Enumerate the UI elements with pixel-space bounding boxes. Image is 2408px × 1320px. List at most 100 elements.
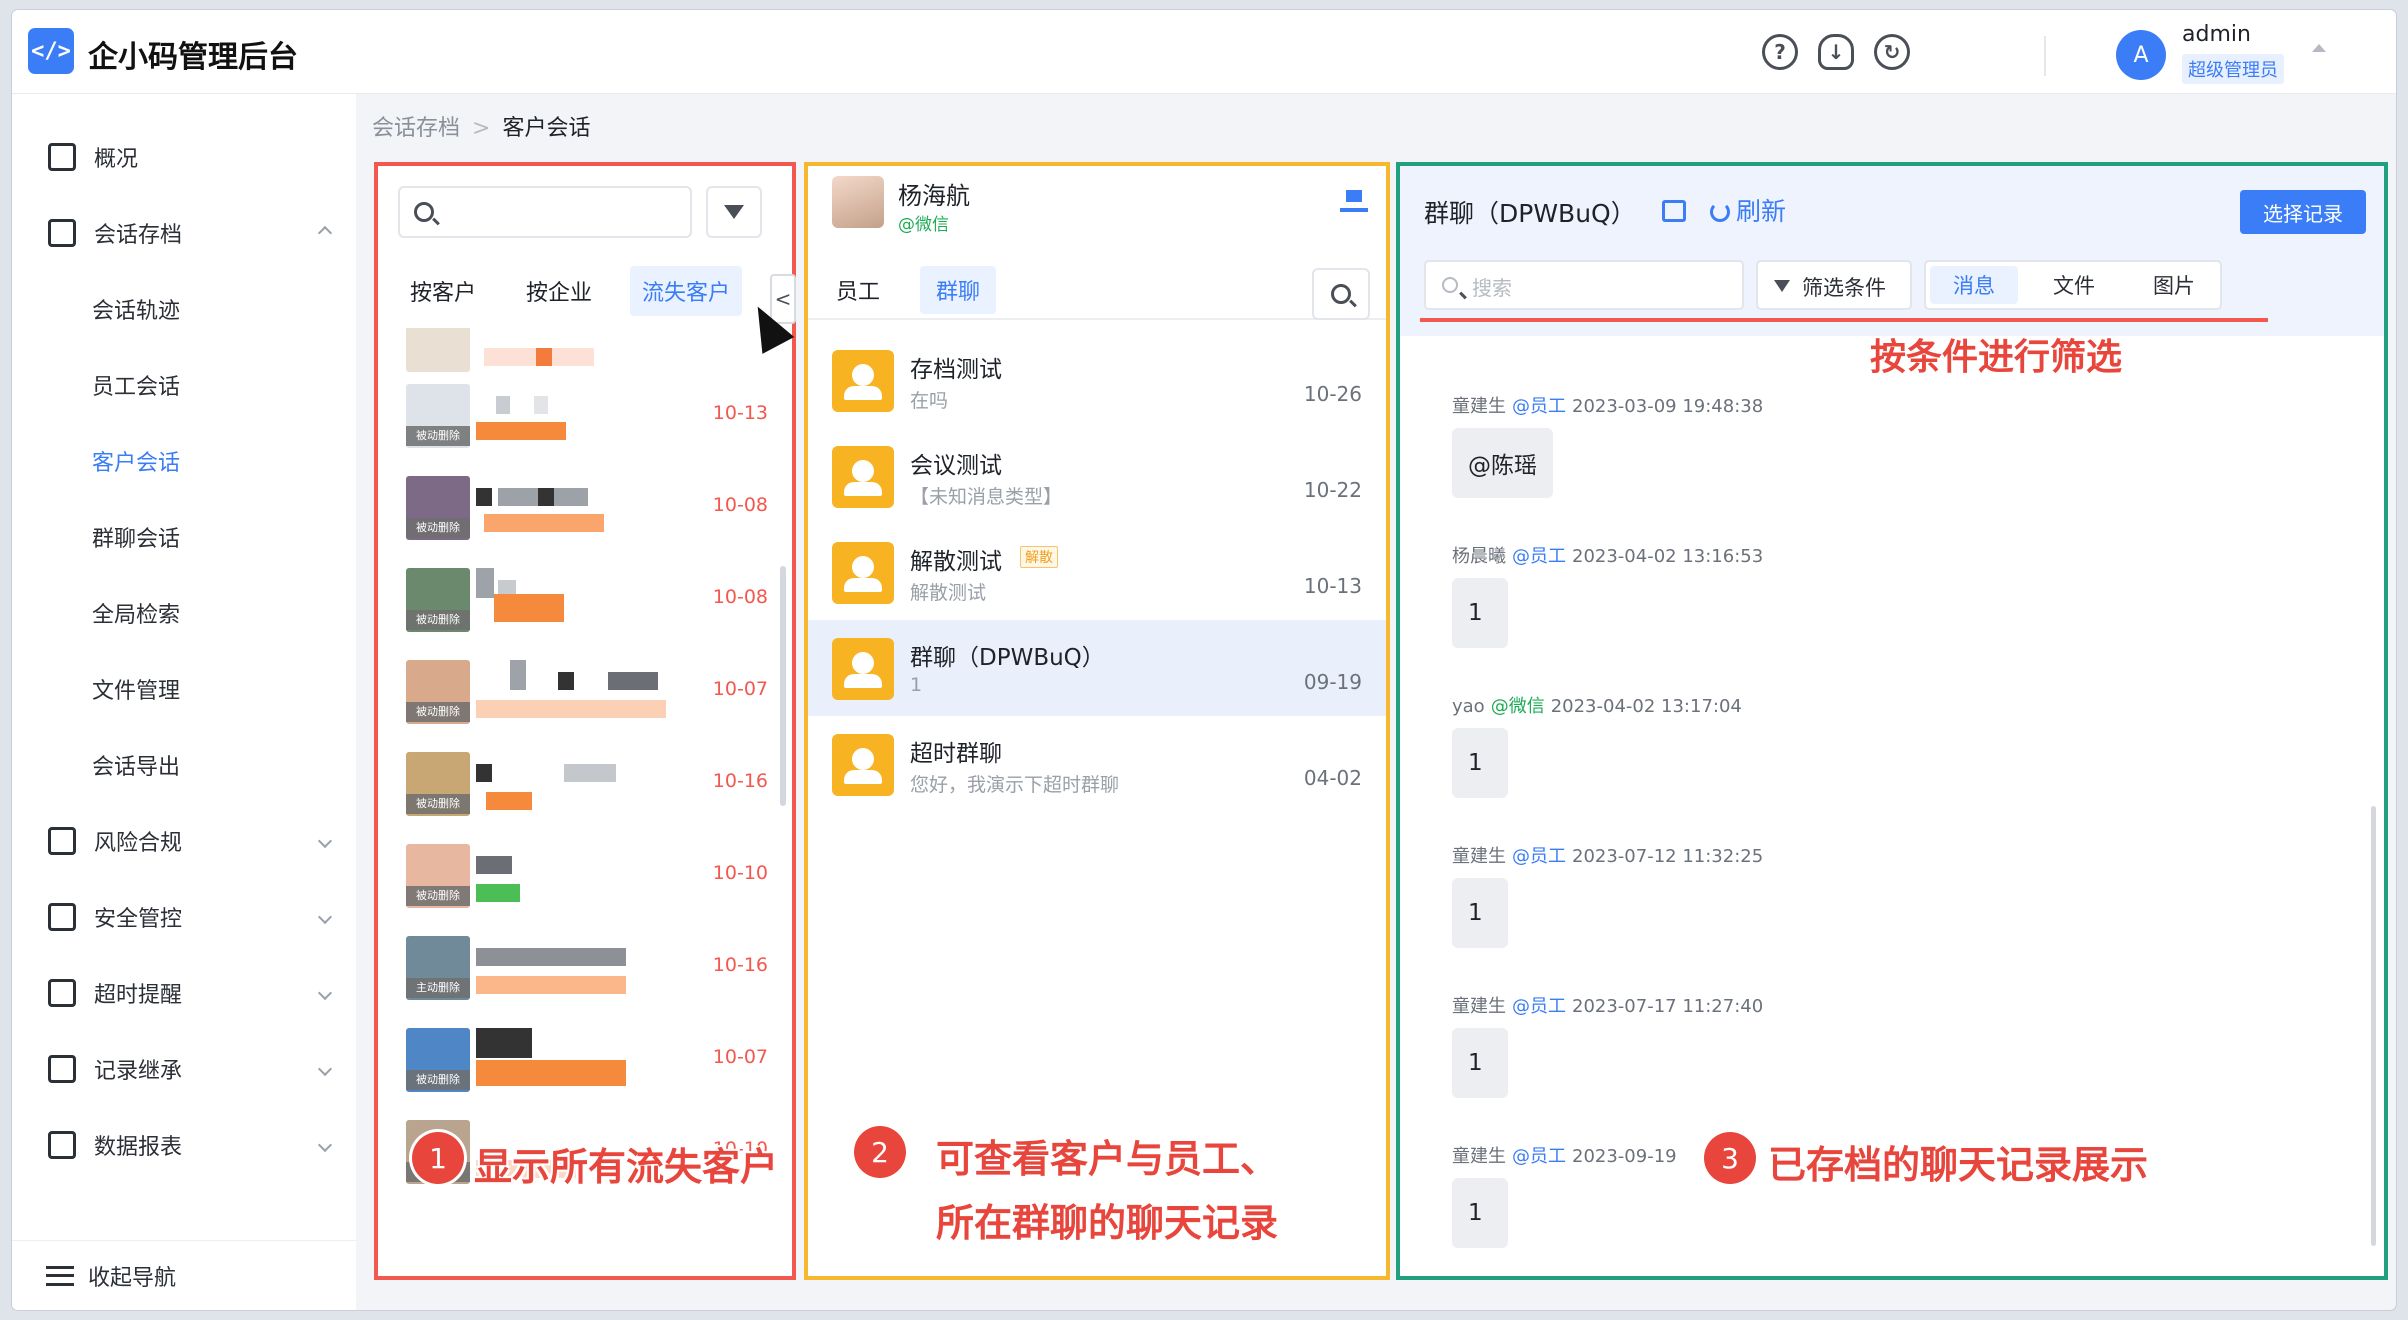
tab-files[interactable]: 文件: [2030, 266, 2118, 304]
customer-search-input[interactable]: [398, 186, 692, 238]
group-chat-icon: [832, 638, 894, 700]
masked-name: [476, 1028, 532, 1058]
sidebar-item-global-search[interactable]: 全局检索: [12, 582, 356, 644]
avatar[interactable]: A: [2116, 30, 2166, 80]
upload-icon[interactable]: [1340, 190, 1368, 212]
sidebar-item-timeout-reminder[interactable]: 超时提醒: [12, 962, 356, 1024]
select-records-button[interactable]: 选择记录: [2240, 190, 2366, 234]
refresh-button[interactable]: 刷新: [1710, 192, 1786, 228]
menu-collapse-icon: [46, 1265, 74, 1286]
filter-conditions-button[interactable]: 筛选条件: [1756, 260, 1912, 310]
list-item[interactable]: 超时群聊 您好，我演示下超时群聊 04-02: [808, 716, 1386, 812]
shield-check-icon: [48, 903, 76, 931]
sidebar-item-employee-session[interactable]: 员工会话: [12, 354, 356, 416]
edit-icon[interactable]: [1662, 200, 1686, 222]
sidebar-item-risk-compliance[interactable]: 风险合规: [12, 810, 356, 872]
tab-lost-customers[interactable]: 流失客户: [630, 266, 743, 316]
user-menu-caret-icon[interactable]: [2312, 44, 2326, 52]
sidebar-item-data-report[interactable]: 数据报表: [12, 1114, 356, 1176]
list-item[interactable]: 被动删除 10-08: [398, 564, 778, 656]
customer-avatar: [406, 328, 470, 372]
status-badge: 主动删除: [406, 978, 470, 998]
group-search-button[interactable]: [1312, 268, 1370, 320]
refresh-icon[interactable]: ↻: [1874, 34, 1910, 70]
group-preview: 解散测试: [910, 582, 987, 604]
list-item[interactable]: 被动删除 10-16: [398, 748, 778, 840]
customer-date: 10-07: [712, 678, 768, 700]
sidebar-item-label: 会话存档: [94, 223, 183, 248]
folder-icon: [48, 219, 76, 247]
sidebar-item-customer-session[interactable]: 客户会话: [12, 430, 356, 492]
user-name[interactable]: admin: [2182, 22, 2251, 47]
cloud-download-icon[interactable]: ↓: [1818, 34, 1854, 70]
message-search-input[interactable]: 搜索: [1424, 260, 1744, 310]
breadcrumb-separator: >: [472, 116, 491, 141]
sidebar-item-label: 概况: [94, 147, 139, 172]
sender-role: @员工: [1512, 396, 1566, 417]
tab-by-enterprise[interactable]: 按企业: [514, 266, 604, 316]
sidebar-item-group-session[interactable]: 群聊会话: [12, 506, 356, 568]
message-time: 2023-03-09 19:48:38: [1572, 396, 1764, 417]
message-bubble: 1: [1452, 878, 1508, 948]
list-item[interactable]: 被动删除 10-13: [398, 380, 778, 472]
masked-detail: [486, 792, 532, 810]
list-item[interactable]: [398, 328, 778, 372]
search-placeholder: 搜索: [1472, 276, 1512, 300]
group-preview: 1: [910, 674, 923, 696]
sidebar-item-label: 安全管控: [94, 907, 183, 932]
masked-name: [510, 660, 526, 690]
masked-detail: [476, 422, 566, 440]
sidebar-item-session-export[interactable]: 会话导出: [12, 734, 356, 796]
tab-groups[interactable]: 群聊: [920, 266, 997, 314]
masked-detail: [476, 1060, 626, 1086]
sidebar-item-record-inherit[interactable]: 记录继承: [12, 1038, 356, 1100]
app-window: </> 企小码管理后台 ? ↓ ↻ A admin 超级管理员 概况 会话存档 …: [12, 10, 2396, 1310]
collapse-nav-button[interactable]: 收起导航: [12, 1240, 356, 1310]
sidebar-item-session-track[interactable]: 会话轨迹: [12, 278, 356, 340]
status-badge: 被动删除: [406, 426, 470, 446]
chat-scrollbar[interactable]: [2371, 806, 2376, 1246]
list-item[interactable]: 解散测试 解散 解散测试 10-13: [808, 524, 1386, 620]
tab-by-customer[interactable]: 按客户: [398, 266, 488, 316]
tab-images[interactable]: 图片: [2130, 266, 2218, 304]
alarm-icon: [48, 979, 76, 1007]
message-time: 2023-07-17 11:27:40: [1572, 996, 1764, 1017]
message-meta: 童建生 @员工 2023-07-12 11:32:25: [1452, 842, 1763, 868]
status-badge: 被动删除: [406, 518, 470, 538]
list-item[interactable]: 被动删除 10-07: [398, 656, 778, 748]
list-item[interactable]: 群聊（DPWBuQ） 1 09-19: [808, 620, 1386, 716]
tab-messages[interactable]: 消息: [1930, 266, 2018, 304]
sender-role: @员工: [1512, 846, 1566, 867]
breadcrumb-parent[interactable]: 会话存档: [372, 116, 460, 141]
sidebar-item-label: 客户会话: [92, 451, 181, 476]
sidebar-item-overview[interactable]: 概况: [12, 126, 356, 188]
sidebar-item-file-management[interactable]: 文件管理: [12, 658, 356, 720]
group-chat-icon: [832, 350, 894, 412]
chevron-up-icon: [317, 225, 333, 241]
message-bubble: 1: [1452, 578, 1508, 648]
status-badge: 被动删除: [406, 794, 470, 814]
tab-employees[interactable]: 员工: [820, 266, 896, 314]
list-item[interactable]: 被动删除 10-10: [398, 840, 778, 932]
customer-list-scrollbar[interactable]: [780, 566, 786, 806]
sidebar-item-security-control[interactable]: 安全管控: [12, 886, 356, 948]
list-item[interactable]: 会议测试 【未知消息类型】 10-22: [808, 428, 1386, 524]
status-badge: 被动删除: [406, 1070, 470, 1090]
message-meta: yao @微信 2023-04-02 13:17:04: [1452, 692, 1742, 718]
group-chat-icon: [832, 542, 894, 604]
sidebar-item-session-archive[interactable]: 会话存档: [12, 202, 356, 264]
list-item[interactable]: 主动删除 10-16: [398, 932, 778, 1024]
list-item[interactable]: 被动删除 10-07: [398, 1024, 778, 1116]
masked-name: [536, 348, 552, 366]
list-item[interactable]: 被动删除 10-08: [398, 472, 778, 564]
list-item[interactable]: 存档测试 在吗 10-26: [808, 332, 1386, 428]
help-icon[interactable]: ?: [1762, 34, 1798, 70]
customer-date: 10-08: [712, 586, 768, 608]
group-preview: 您好，我演示下超时群聊: [910, 774, 1120, 796]
chevron-down-icon: [317, 1061, 333, 1077]
sender-name: yao: [1452, 696, 1485, 717]
customer-date: 10-10: [712, 862, 768, 884]
message-time: 2023-07-12 11:32:25: [1572, 846, 1764, 867]
annotation-text: 已存档的聊天记录展示: [1768, 1143, 2149, 1187]
customer-filter-button[interactable]: [706, 186, 762, 238]
